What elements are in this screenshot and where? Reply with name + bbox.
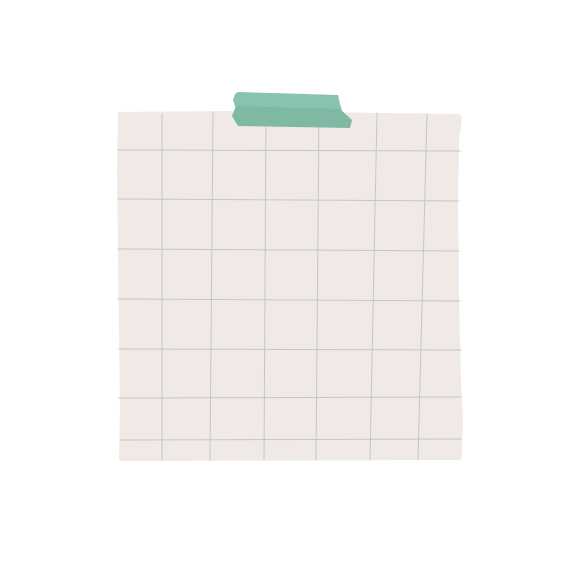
paper-sheet — [117, 111, 463, 461]
grid-paper-note-icon — [117, 92, 463, 461]
washi-tape-icon — [232, 92, 352, 128]
canvas — [0, 0, 564, 564]
tape-piece-bottom — [232, 106, 352, 128]
